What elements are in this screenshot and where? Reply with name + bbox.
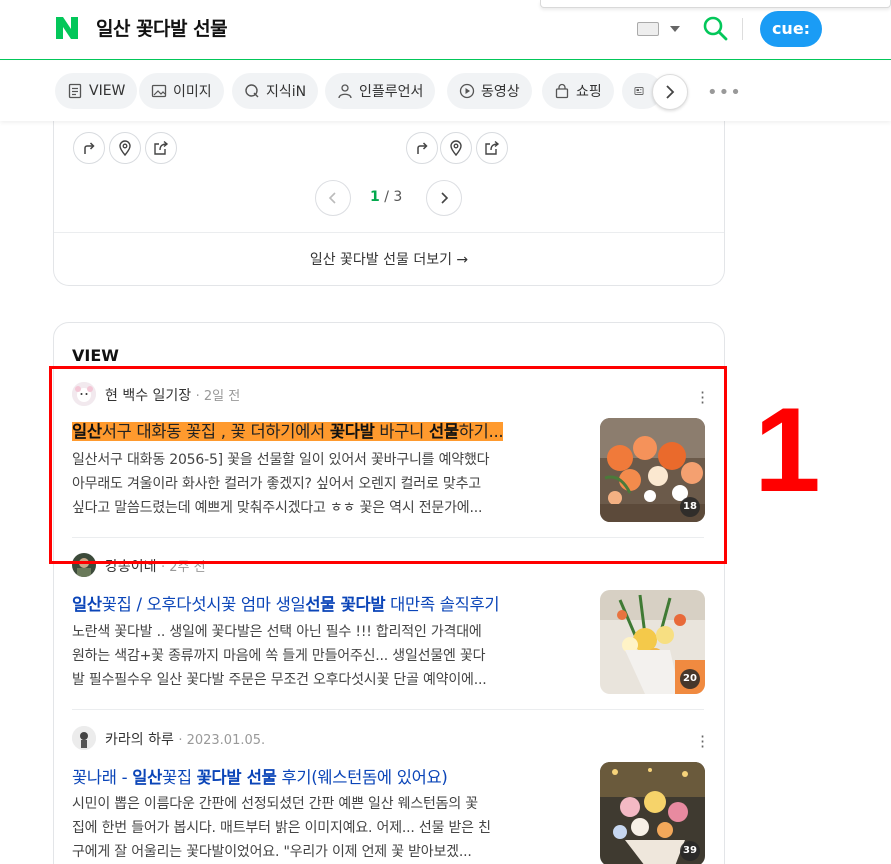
tab-video[interactable]: 동영상 bbox=[447, 73, 532, 109]
q-icon bbox=[245, 84, 259, 98]
share-button[interactable] bbox=[476, 132, 508, 164]
post-thumbnail[interactable]: 39 bbox=[600, 762, 705, 864]
list-item: 강송이네 · 2주 전 일산꽃집 / 오후다섯시꽃 엄마 생일선물 꽃다발 대만… bbox=[72, 553, 712, 713]
tab-label: 인플루언서 bbox=[359, 84, 424, 100]
chevron-right-icon bbox=[666, 85, 675, 99]
naver-logo-icon[interactable] bbox=[54, 15, 80, 41]
map-pin-icon bbox=[119, 140, 131, 156]
tab-label: 지식iN bbox=[266, 84, 307, 100]
chevron-left-icon bbox=[328, 192, 336, 204]
news-icon bbox=[634, 87, 644, 95]
more-vertical-icon[interactable]: · · · bbox=[700, 729, 706, 755]
post-description[interactable]: 노란색 꽃다발 .. 생일에 꽃다발은 선택 아닌 필수 !!! 합리적인 가격… bbox=[72, 620, 582, 692]
top-search-bar: 일산 꽃다발 선물 cue: bbox=[0, 0, 891, 60]
total-pages: / 3 bbox=[384, 189, 403, 205]
desc-line: 발 필수필수우 일산 꽃다발 주문은 무조건 오후다섯시꽃 단골 예약이에... bbox=[72, 672, 487, 688]
tab-image[interactable]: 이미지 bbox=[139, 73, 224, 109]
desc-line: 집에 한번 들어가 봅시다. 매트부터 밝은 이미지예요. 어제... 선물 받… bbox=[72, 820, 491, 836]
tab-label: 이미지 bbox=[173, 84, 212, 100]
divider bbox=[72, 709, 704, 710]
tab-label: VIEW bbox=[89, 83, 126, 99]
tab-view[interactable]: VIEW bbox=[55, 73, 138, 109]
image-count-badge: 39 bbox=[680, 841, 700, 861]
post-date: · 2023.01.05. bbox=[178, 733, 266, 748]
cue-button[interactable]: cue: bbox=[760, 11, 822, 47]
desc-line: 원하는 색감+꽃 종류까지 마음에 쏙 들게 만들어주신... 생일선물엔 꽃다 bbox=[72, 648, 486, 664]
directions-button[interactable] bbox=[73, 132, 105, 164]
bag-icon bbox=[555, 83, 569, 99]
list-item: 카라의 하루 · 2023.01.05. · · · 꽃나래 - 일산꽃집 꽃다발 … bbox=[72, 726, 712, 864]
keyboard-icon[interactable] bbox=[637, 22, 659, 36]
current-page: 1 bbox=[370, 189, 380, 205]
dropdown-popup-edge bbox=[540, 0, 891, 8]
page-indicator: 1 / 3 bbox=[370, 189, 402, 205]
map-pin-button[interactable] bbox=[440, 132, 472, 164]
search-query[interactable]: 일산 꽃다발 선물 bbox=[96, 14, 228, 41]
document-icon bbox=[68, 83, 82, 99]
directions-icon bbox=[84, 142, 95, 154]
avatar[interactable] bbox=[72, 726, 96, 750]
image-icon bbox=[151, 84, 167, 98]
more-options-icon[interactable]: ••• bbox=[707, 82, 742, 103]
directions-button[interactable] bbox=[406, 132, 438, 164]
divider bbox=[54, 232, 724, 233]
search-icon[interactable] bbox=[702, 15, 728, 41]
desc-line: 시민이 뽑은 이름다운 간판에 선정되셨던 간판 예쁜 일산 웨스턴돔의 꽃 bbox=[72, 796, 478, 812]
share-button[interactable] bbox=[145, 132, 177, 164]
divider bbox=[742, 18, 743, 40]
post-description[interactable]: 시민이 뽑은 이름다운 간판에 선정되셨던 간판 예쁜 일산 웨스턴돔의 꽃 집… bbox=[72, 792, 582, 864]
person-icon bbox=[338, 84, 352, 99]
share-icon bbox=[154, 140, 169, 155]
search-tab-bar: VIEW 이미지 지식iN 인플루언서 동영상 쇼핑 bbox=[0, 61, 891, 121]
prev-page-button[interactable] bbox=[315, 180, 351, 216]
post-title[interactable]: 일산꽃집 / 오후다섯시꽃 엄마 생일선물 꽃다발 대만족 솔직후기 bbox=[72, 591, 582, 615]
map-pin-button[interactable] bbox=[109, 132, 141, 164]
tab-influencer[interactable]: 인플루언서 bbox=[325, 73, 436, 109]
directions-icon bbox=[417, 142, 428, 154]
map-pin-icon bbox=[450, 140, 462, 156]
next-page-button[interactable] bbox=[426, 180, 462, 216]
tabs-next-button[interactable] bbox=[652, 74, 688, 110]
desc-line: 노란색 꽃다발 .. 생일에 꽃다발은 선택 아닌 필수 !!! 합리적인 가격… bbox=[72, 624, 482, 640]
play-icon bbox=[459, 83, 475, 99]
chevron-down-icon[interactable] bbox=[670, 26, 680, 32]
author-line[interactable]: 카라의 하루 · 2023.01.05. bbox=[105, 729, 265, 749]
section-title: VIEW bbox=[72, 346, 119, 365]
image-count-badge: 20 bbox=[680, 669, 700, 689]
tab-label: 쇼핑 bbox=[576, 84, 602, 100]
share-icon bbox=[485, 140, 500, 155]
chevron-right-icon bbox=[441, 192, 449, 204]
more-results-link[interactable]: 일산 꽃다발 선물 더보기 → bbox=[54, 249, 724, 269]
annotation-box bbox=[49, 366, 727, 564]
tab-kin[interactable]: 지식iN bbox=[232, 73, 319, 109]
tab-label: 동영상 bbox=[481, 84, 520, 100]
author-name: 카라의 하루 bbox=[105, 732, 174, 748]
tab-shopping[interactable]: 쇼핑 bbox=[542, 73, 614, 109]
post-title[interactable]: 꽃나래 - 일산꽃집 꽃다발 선물 후기(웨스턴돔에 있어요) bbox=[72, 764, 582, 788]
desc-line: 구에게 잘 어울리는 꽃다발이었어요. "우리가 이제 언제 꽃 받아보겠... bbox=[72, 844, 472, 860]
post-thumbnail[interactable]: 20 bbox=[600, 590, 705, 694]
annotation-number: 1 bbox=[754, 383, 821, 517]
